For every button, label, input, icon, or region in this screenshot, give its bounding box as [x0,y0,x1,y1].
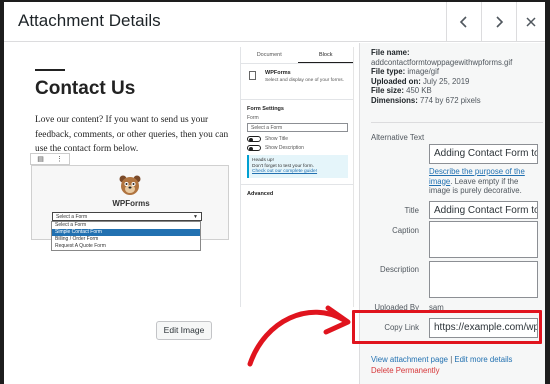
more-options-icon: ⋮ [56,156,63,163]
form-label: Form [247,115,259,121]
toggle-switch-icon [247,145,261,151]
file-name-label: File name: [371,48,410,57]
file-details: File name: addcontactformtowppagewithwpf… [371,48,512,106]
details-divider [371,122,543,123]
block-card-description: Select and display one of your forms. [265,78,344,83]
edit-more-details-link[interactable]: Edit more details [454,355,512,364]
dimensions-value: 774 by 672 pixels [419,95,481,105]
title-field[interactable]: Adding Contact Form to [429,201,538,219]
form-settings-heading: Form Settings [247,106,284,112]
dropdown-item: Billing / Order Form [55,236,99,242]
red-arrow-annotation-icon [247,305,351,367]
show-title-toggle: Show Title [247,136,348,142]
attachment-preview-image: Contact Us Love our content? If you want… [18,47,354,307]
editor-sidebar-tabs: Document Block [241,47,353,64]
preview-body-text: Love our content? If you want to send us… [35,115,229,154]
dropdown-item: Request A Quote Form [55,243,106,249]
file-type-value: image/gif [407,67,440,77]
modal-title: Attachment Details [18,11,161,30]
block-card-name: WPForms [265,70,291,76]
dropdown-item: Select a Form [55,222,87,228]
wpforms-select-value: Select a Form [56,214,88,220]
heads-up-notice: Heads up! Don't forget to test your form… [247,155,348,178]
close-icon [526,17,536,27]
preview-page-title: Contact Us [35,78,136,99]
heading-rule [35,69,65,71]
wpforms-bear-icon [119,175,141,195]
close-button[interactable] [516,2,545,42]
title-label: Title [404,206,419,215]
alt-text-field[interactable]: Adding Contact Form to [429,144,538,164]
notice-link: Check out our complete guide! [252,169,318,174]
wpforms-form-select: Select a Form ▼ [52,212,202,221]
file-name-value: addcontactformtowppagewithwpforms.gif [371,57,513,67]
editor-canvas: Contact Us Love our content? If you want… [18,47,240,307]
description-field[interactable] [429,261,538,298]
file-size-value: 450 KB [406,86,432,96]
wpforms-dropdown-list: Select a Form Simple Contact Form Billin… [51,221,201,251]
previous-button[interactable] [446,2,481,42]
attachment-links: View attachment page | Edit more details [371,355,512,364]
copy-link-highlight-box [352,310,542,344]
caret-down-icon: ▼ [193,214,198,220]
next-button[interactable] [481,2,516,42]
alt-text-label: Alternative Text [371,133,425,142]
caption-label: Caption [392,226,419,235]
uploaded-on-label: Uploaded on: [371,76,421,86]
tab-block: Block [297,47,353,63]
dimensions-label: Dimensions: [371,95,418,105]
editor-sidebar: Document Block WPForms Select and displa… [240,47,353,307]
toggle-switch-icon [247,136,261,142]
tab-document: Document [256,52,282,58]
wpforms-block-name: WPForms [112,199,150,208]
uploaded-on-value: July 25, 2019 [422,76,470,86]
caption-field[interactable] [429,221,538,258]
delete-permanently-link[interactable]: Delete Permanently [371,366,439,375]
dropdown-item: Simple Contact Form [52,229,200,236]
chevron-right-icon [496,16,504,28]
edit-image-button[interactable]: Edit Image [156,321,212,340]
form-icon [249,71,256,80]
sidebar-form-select: Select a Form [247,123,348,132]
file-type-label: File type: [371,67,406,77]
block-toolbar: ▤ ⋮ [30,153,70,165]
advanced-heading: Advanced [247,190,274,197]
block-card: WPForms Select and display one of your f… [241,64,353,100]
alt-text-help: Describe the purpose of the image. Leave… [429,167,541,196]
view-attachment-link[interactable]: View attachment page [371,355,448,364]
show-description-toggle: Show Description [247,145,348,151]
chevron-left-icon [459,16,467,28]
file-size-label: File size: [371,86,404,96]
block-type-icon: ▤ [37,156,44,163]
show-description-label: Show Description [265,145,304,151]
description-label: Description [380,265,419,274]
link-separator: | [450,355,453,364]
modal-header: Attachment Details [4,2,545,42]
show-title-label: Show Title [265,136,289,142]
